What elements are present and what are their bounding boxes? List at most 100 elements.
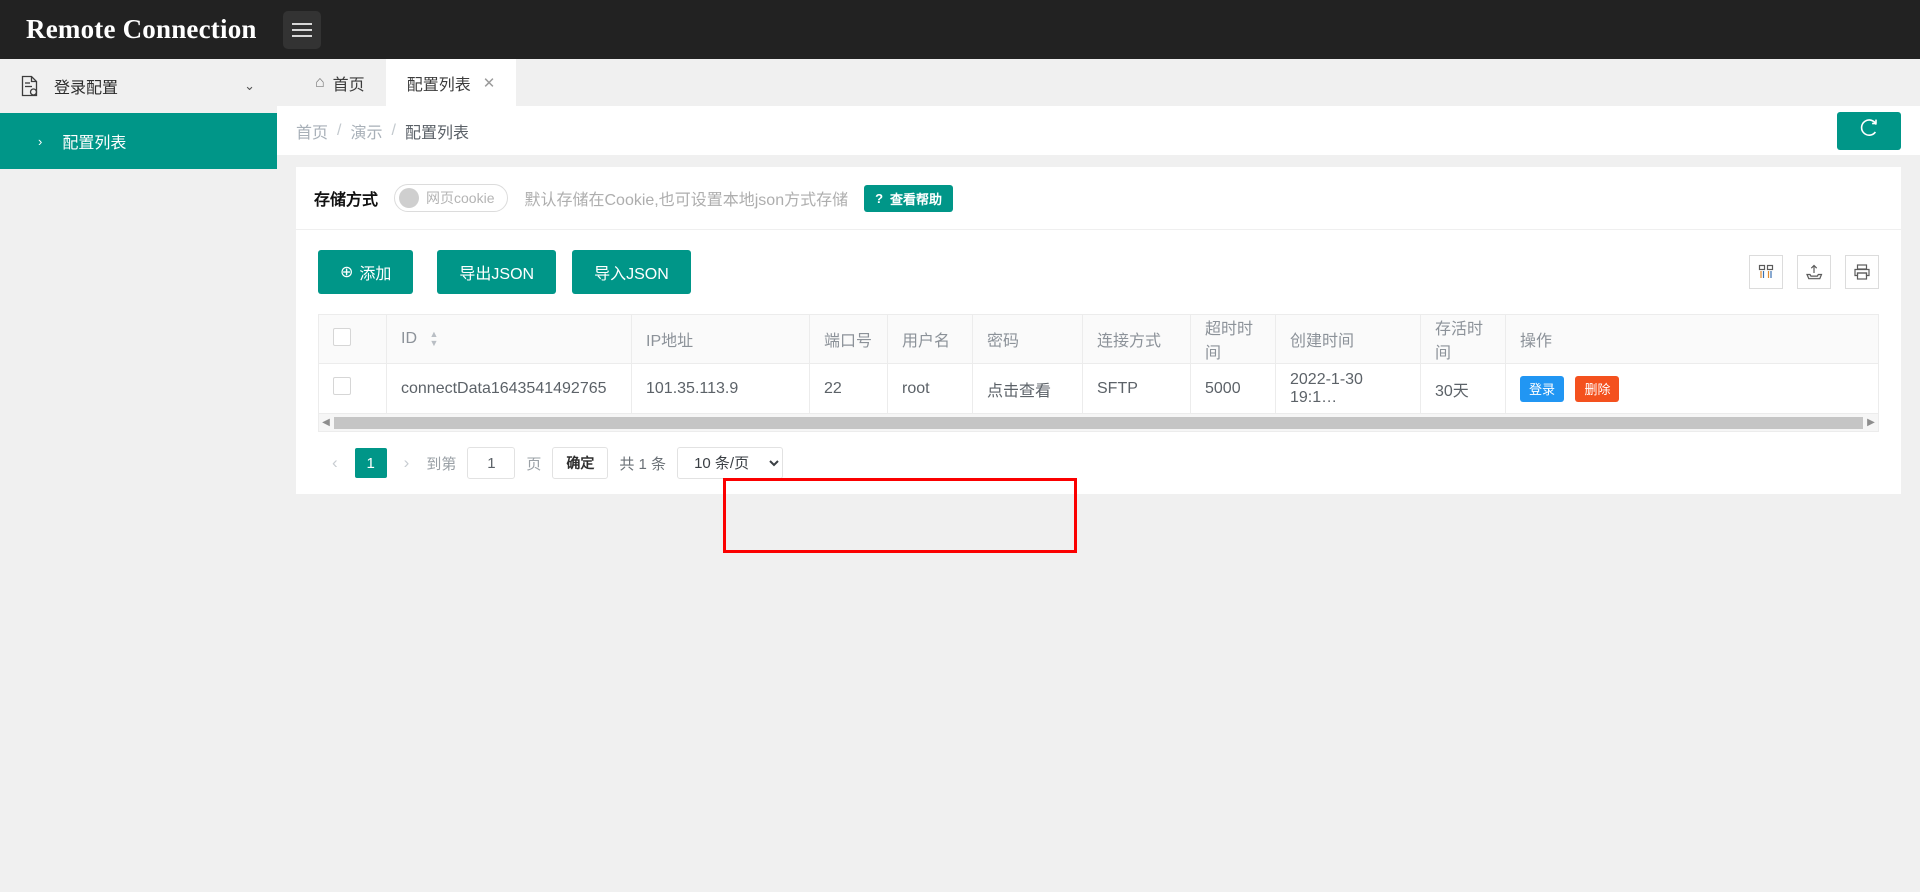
tab-config-list[interactable]: 配置列表 ✕	[385, 59, 517, 106]
document-config-icon	[20, 75, 40, 97]
col-header-port: 端口号	[809, 314, 888, 364]
storage-method-label: 存储方式	[314, 192, 379, 209]
table-row: connectData1643541492765 101.35.113.9 22…	[318, 363, 1879, 414]
storage-method-row: 存储方式 网页cookie 默认存储在Cookie,也可设置本地json方式存储…	[296, 167, 1901, 230]
scroll-right-icon[interactable]: ▶	[1864, 417, 1878, 428]
sidebar-item-config-list[interactable]: › 配置列表	[0, 113, 277, 169]
breadcrumb-item-home[interactable]: 首页	[296, 119, 328, 143]
cell-protocol: SFTP	[1082, 363, 1191, 414]
storage-toggle-label: 网页cookie	[426, 190, 495, 206]
table-header-row: ID ▲ ▼ IP地址 端口号 用户名 密码 连接方式 超时时间 创建时间 存活…	[318, 314, 1879, 364]
view-help-button[interactable]: ? 查看帮助	[864, 184, 954, 212]
add-button[interactable]: ⊕ 添加	[318, 250, 414, 294]
col-header-actions: 操作	[1505, 314, 1879, 364]
export-json-button[interactable]: 导出JSON	[437, 250, 557, 294]
config-card: 存储方式 网页cookie 默认存储在Cookie,也可设置本地json方式存储…	[296, 167, 1901, 553]
refresh-icon	[1858, 117, 1880, 144]
cell-password-view[interactable]: 点击查看	[972, 363, 1083, 414]
prev-page-icon[interactable]: ‹	[326, 453, 344, 473]
goto-page-input[interactable]	[467, 447, 516, 479]
hamburger-bar	[291, 22, 312, 25]
add-button-label: 添加	[359, 266, 392, 283]
chevron-down-icon[interactable]: ⌄	[244, 78, 255, 94]
home-icon: ⌂	[315, 73, 325, 91]
row-select-cell	[318, 363, 387, 414]
view-help-label: 查看帮助	[890, 191, 943, 207]
app-header: Remote Connection	[0, 0, 1920, 59]
pagination: ‹ 1 › 到第 页 确定 共 1 条 10 条/页20 条/页50 条/页10…	[296, 432, 1901, 494]
content-region: 存储方式 网页cookie 默认存储在Cookie,也可设置本地json方式存储…	[277, 155, 1920, 892]
storage-hint-text: 默认存储在Cookie,也可设置本地json方式存储	[524, 192, 849, 209]
cell-alive: 30天	[1420, 363, 1506, 414]
scroll-left-icon[interactable]: ◀	[319, 417, 333, 428]
column-settings-icon[interactable]	[1749, 255, 1783, 289]
hamburger-bar	[291, 28, 312, 31]
login-button[interactable]: 登录	[1520, 375, 1565, 402]
chevron-right-icon: ›	[38, 133, 43, 149]
json-button-group: 导出JSON 导入JSON	[437, 250, 691, 294]
breadcrumb: 首页 / 演示 / 配置列表	[296, 119, 469, 143]
breadcrumb-item-demo[interactable]: 演示	[350, 119, 382, 143]
select-all-checkbox[interactable]	[333, 327, 351, 346]
next-page-icon[interactable]: ›	[398, 453, 416, 473]
goto-label: 到第	[426, 455, 457, 473]
plus-circle-icon: ⊕	[340, 264, 354, 281]
col-header-timeout: 超时时间	[1190, 314, 1276, 364]
delete-button[interactable]: 删除	[1575, 375, 1620, 402]
tab-home-label: 首页	[332, 76, 365, 94]
config-table: ID ▲ ▼ IP地址 端口号 用户名 密码 连接方式 超时时间 创建时间 存活…	[318, 314, 1879, 414]
breadcrumb-bar: 首页 / 演示 / 配置列表	[277, 106, 1920, 155]
col-header-alive: 存活时间	[1420, 314, 1506, 364]
col-header-id[interactable]: ID ▲ ▼	[386, 314, 632, 364]
cell-port: 22	[809, 363, 888, 414]
sort-icon[interactable]: ▲ ▼	[429, 329, 438, 347]
export-icon[interactable]	[1797, 255, 1831, 289]
cell-timeout: 5000	[1190, 363, 1276, 414]
table-wrapper: ID ▲ ▼ IP地址 端口号 用户名 密码 连接方式 超时时间 创建时间 存活…	[296, 314, 1901, 432]
import-json-button[interactable]: 导入JSON	[572, 250, 691, 294]
breadcrumb-item-current: 配置列表	[404, 124, 469, 142]
breadcrumb-separator: /	[337, 121, 342, 139]
app-brand-title: Remote Connection	[26, 14, 257, 44]
close-icon[interactable]: ✕	[483, 74, 496, 92]
storage-toggle[interactable]: 网页cookie	[394, 184, 509, 212]
cell-id: connectData1643541492765	[386, 363, 632, 414]
tab-bar: ⌂ 首页 配置列表 ✕	[277, 59, 1920, 106]
col-header-protocol: 连接方式	[1082, 314, 1191, 364]
sidebar-group-label: 登录配置	[54, 80, 119, 97]
cell-user: root	[887, 363, 973, 414]
toggle-knob	[399, 188, 420, 208]
hamburger-bar	[291, 34, 312, 37]
sidebar-group-login-config[interactable]: 登录配置 ⌄	[0, 59, 277, 113]
hamburger-icon[interactable]	[282, 10, 321, 49]
col-header-user: 用户名	[887, 314, 973, 364]
sidebar: 登录配置 ⌄ › 配置列表	[0, 59, 277, 892]
page-number-1[interactable]: 1	[354, 448, 387, 478]
main-area: ⌂ 首页 配置列表 ✕ 首页 / 演示 / 配置列表 存储方式 网页cookie…	[277, 59, 1920, 892]
breadcrumb-separator: /	[391, 121, 396, 139]
row-checkbox[interactable]	[333, 377, 351, 395]
col-header-created: 创建时间	[1275, 314, 1421, 364]
table-horizontal-scrollbar[interactable]: ◀ ▶	[318, 414, 1879, 432]
col-header-select-all	[318, 314, 387, 364]
page-size-select[interactable]: 10 条/页20 条/页50 条/页100 条/页	[677, 447, 784, 479]
col-header-password: 密码	[972, 314, 1083, 364]
print-icon[interactable]	[1845, 255, 1879, 289]
total-count-label: 共 1 条	[619, 455, 667, 473]
page-unit-label: 页	[526, 455, 542, 473]
sidebar-item-label: 配置列表	[62, 135, 127, 152]
cell-created: 2022-1-30 19:1…	[1275, 363, 1421, 414]
question-icon: ?	[875, 190, 884, 206]
col-header-ip: IP地址	[631, 314, 810, 364]
tab-home[interactable]: ⌂ 首页	[294, 59, 386, 106]
col-header-id-label: ID	[401, 330, 417, 347]
app-body: 登录配置 ⌄ › 配置列表 ⌂ 首页 配置列表 ✕ 首页 / 演示 / 配置列表…	[0, 59, 1920, 892]
goto-confirm-button[interactable]: 确定	[552, 447, 609, 479]
refresh-button[interactable]	[1837, 111, 1901, 150]
cell-actions: 登录 删除	[1505, 363, 1879, 414]
tab-config-list-label: 配置列表	[406, 76, 471, 94]
scrollbar-thumb[interactable]	[334, 416, 1863, 429]
table-toolbar: ⊕ 添加 导出JSON 导入JSON	[296, 230, 1901, 553]
table-tool-icons	[1749, 255, 1879, 289]
cell-ip: 101.35.113.9	[631, 363, 810, 414]
